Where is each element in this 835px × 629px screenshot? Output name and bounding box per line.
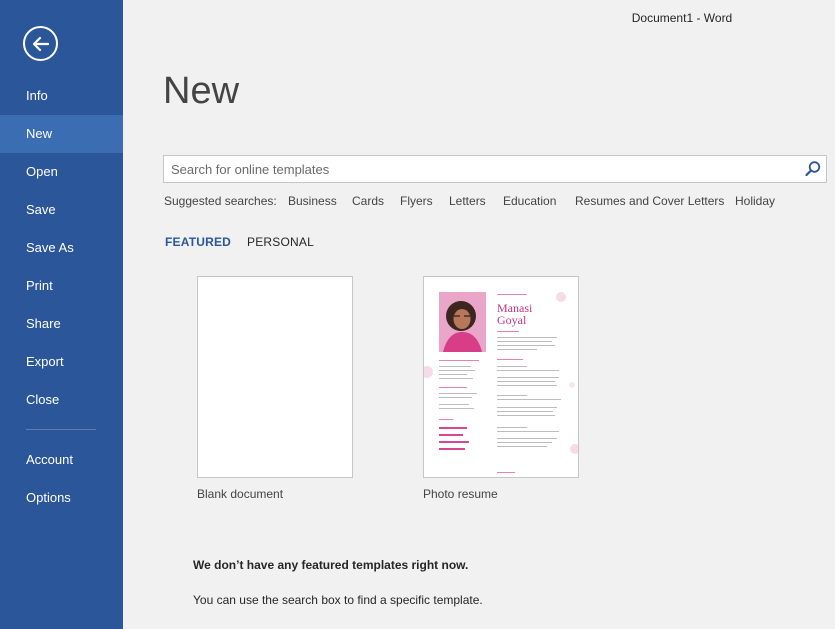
person-photo-icon: [439, 292, 486, 352]
tab-featured[interactable]: FEATURED: [165, 235, 231, 249]
page-title: New: [163, 70, 240, 112]
sidebar-item-save-as[interactable]: Save As: [0, 229, 123, 267]
resume-text-line: [497, 349, 537, 350]
resume-text-line: [497, 381, 555, 382]
suggested-cards[interactable]: Cards: [352, 194, 384, 208]
resume-skill-bar: [439, 448, 465, 450]
resume-text-line: [497, 395, 527, 396]
resume-text-line: [497, 446, 547, 447]
resume-contact-head: [439, 360, 479, 361]
resume-text-line: [439, 397, 472, 398]
resume-text-line: [497, 385, 557, 386]
resume-photo: [439, 292, 486, 352]
resume-text-line: [497, 341, 552, 342]
resume-text-line: [497, 366, 527, 367]
resume-text-line: [439, 366, 471, 367]
resume-text-line: [497, 415, 555, 416]
blank-document-label: Blank document: [197, 487, 284, 501]
resume-text-line: [439, 404, 469, 405]
resume-text-line: [497, 377, 559, 378]
back-button[interactable]: [23, 26, 58, 61]
suggested-searches-label: Suggested searches:: [164, 194, 277, 208]
search-hint-message: You can use the search box to find a spe…: [193, 593, 483, 607]
resume-text-line: [439, 393, 477, 394]
resume-text-line: [497, 427, 527, 428]
resume-text-line: [497, 438, 557, 439]
resume-experience-head: [497, 359, 523, 360]
resume-text-line: [439, 370, 475, 371]
resume-text-line: [497, 370, 559, 371]
search-input[interactable]: [164, 156, 794, 182]
no-featured-templates-message: We don’t have any featured templates rig…: [193, 558, 469, 572]
suggested-flyers[interactable]: Flyers: [400, 194, 433, 208]
resume-skill-bar: [439, 441, 469, 443]
sidebar-divider: [26, 429, 96, 430]
resume-subtitle-line: [497, 294, 527, 295]
suggested-resumes-cover-letters[interactable]: Resumes and Cover Letters: [575, 194, 724, 208]
resume-text-line: [497, 345, 555, 346]
sidebar-item-options[interactable]: Options: [0, 479, 123, 517]
window-title: Document1 - Word: [631, 11, 733, 25]
resume-text-line: [497, 399, 561, 400]
sidebar-item-account[interactable]: Account: [0, 441, 123, 479]
resume-text-line: [439, 374, 467, 375]
sidebar-item-export[interactable]: Export: [0, 343, 123, 381]
resume-name: Manasi Goyal: [497, 302, 532, 326]
sidebar-item-new[interactable]: New: [0, 115, 123, 153]
photo-resume-template[interactable]: Manasi Goyal: [423, 276, 579, 478]
sidebar-item-close[interactable]: Close: [0, 381, 123, 419]
back-arrow-icon: [32, 36, 49, 51]
search-icon[interactable]: [804, 160, 822, 178]
sidebar-item-print[interactable]: Print: [0, 267, 123, 305]
suggested-holiday[interactable]: Holiday: [735, 194, 775, 208]
resume-skills-head: [439, 419, 453, 420]
suggested-letters[interactable]: Letters: [449, 194, 486, 208]
sidebar-item-share[interactable]: Share: [0, 305, 123, 343]
sidebar-item-save[interactable]: Save: [0, 191, 123, 229]
suggested-education[interactable]: Education: [503, 194, 556, 208]
resume-skill-bar: [439, 434, 463, 436]
resume-text-line: [439, 408, 474, 409]
resume-education-head: [439, 387, 467, 388]
resume-text-line: [497, 442, 552, 443]
resume-text-line: [497, 407, 557, 408]
template-search-box: [163, 155, 827, 183]
backstage-sidebar: Info New Open Save Save As Print Share E…: [0, 0, 123, 629]
tab-personal[interactable]: PERSONAL: [247, 235, 314, 249]
resume-footer-line: [497, 472, 515, 473]
sidebar-item-open[interactable]: Open: [0, 153, 123, 191]
resume-skill-bar: [439, 427, 467, 429]
sidebar-item-info[interactable]: Info: [0, 77, 123, 115]
blank-document-template[interactable]: [197, 276, 353, 478]
resume-text-line: [497, 337, 557, 338]
resume-last-name: Goyal: [497, 313, 527, 327]
suggested-business[interactable]: Business: [288, 194, 337, 208]
resume-text-line: [497, 431, 559, 432]
photo-resume-label: Photo resume: [423, 487, 498, 501]
resume-objective-head: [497, 331, 519, 332]
resume-text-line: [439, 378, 473, 379]
resume-text-line: [497, 411, 553, 412]
